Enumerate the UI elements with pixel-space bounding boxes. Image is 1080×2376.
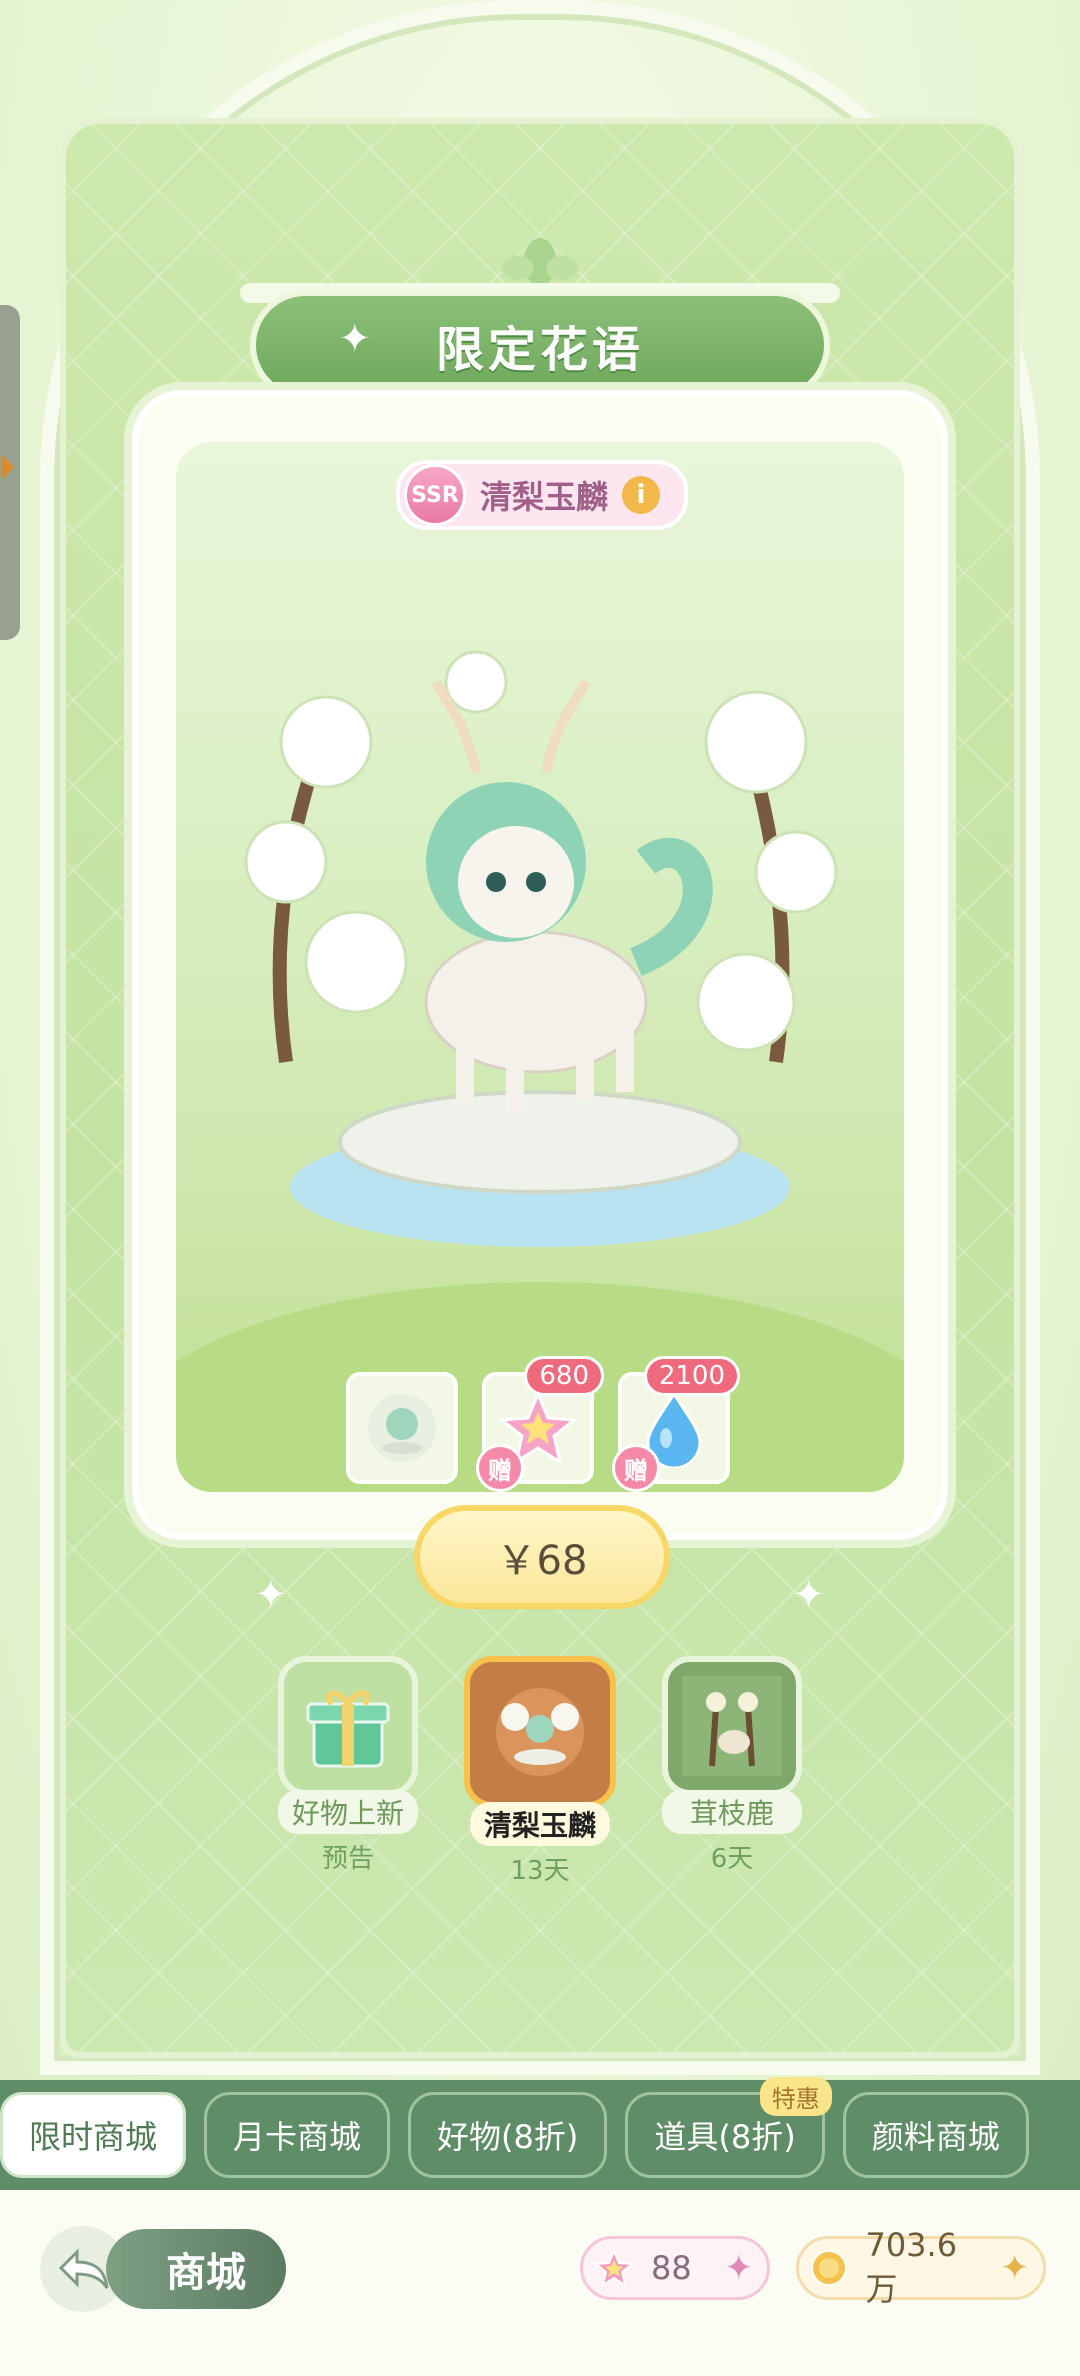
tab-label: 限时商城	[29, 2118, 158, 2156]
pack-subtitle: 预告	[321, 1844, 374, 1874]
page-title: 限定花语	[435, 322, 644, 378]
reward-item-figure[interactable]	[346, 1372, 458, 1484]
deer-thumb-icon	[682, 1676, 782, 1776]
info-icon[interactable]: i	[622, 476, 661, 514]
pack-subtitle: 13天	[510, 1856, 570, 1886]
back-arrow-icon	[58, 2248, 109, 2289]
sparkle-icon: ✦	[338, 316, 372, 362]
reward-item-star[interactable]: 680 赠	[476, 1356, 604, 1492]
reward-item-drop[interactable]: 2100 赠	[612, 1356, 740, 1492]
pack-item-qilin[interactable]: 清梨玉麟 13天	[464, 1656, 616, 1887]
tab-label: 道具(8折)	[654, 2118, 796, 2156]
store-title: 商城	[106, 2229, 286, 2309]
add-star-icon[interactable]: ✦	[725, 2248, 754, 2288]
tab-goods[interactable]: 好物(8折)	[408, 2092, 608, 2178]
title-plaque: 限定花语	[250, 290, 830, 400]
qilin-thumb-icon	[496, 1688, 584, 1776]
tab-items[interactable]: 道具(8折) 特惠	[625, 2077, 832, 2178]
pack-thumb	[662, 1656, 802, 1796]
gift-label: 赠	[476, 1444, 524, 1492]
back-navigation[interactable]: 商城	[40, 2226, 286, 2312]
star-amount: 88	[651, 2249, 692, 2287]
sparkle-icon: ✦	[254, 1572, 288, 1618]
pack-thumb	[278, 1656, 418, 1796]
tab-label: 好物(8折)	[437, 2118, 579, 2156]
pack-label: 清梨玉麟	[470, 1802, 610, 1846]
pack-item-deer[interactable]: 茸枝鹿 6天	[656, 1656, 808, 1887]
gift-label: 赠	[612, 1444, 660, 1492]
reward-count: 2100	[643, 1356, 740, 1396]
sparkle-icon: ✦	[792, 1572, 826, 1618]
gift-box-icon	[306, 1690, 390, 1768]
tab-label: 月卡商城	[233, 2118, 362, 2156]
leaf-ornament-icon	[502, 238, 578, 286]
featured-artwork	[176, 442, 904, 1492]
reward-count: 680	[524, 1356, 604, 1396]
tab-paint-shop[interactable]: 颜料商城	[842, 2092, 1029, 2178]
side-drawer-handle[interactable]	[0, 305, 20, 640]
gold-coin-icon	[809, 2247, 849, 2289]
pack-subtitle: 6天	[710, 1844, 754, 1874]
coin-currency[interactable]: 703.6万 ✦	[796, 2226, 1046, 2308]
qilin-illustration	[176, 650, 904, 1492]
pink-star-icon	[593, 2247, 635, 2289]
tab-limited-shop[interactable]: 限时商城	[0, 2092, 187, 2178]
tab-monthly-card-shop[interactable]: 月卡商城	[204, 2092, 391, 2178]
pack-label: 茸枝鹿	[662, 1790, 802, 1834]
character-name: 清梨玉麟	[480, 478, 609, 516]
character-name-tag: SSR 清梨玉麟 i	[396, 460, 689, 530]
qilin-figure-icon	[368, 1394, 436, 1462]
star-currency[interactable]: 88 ✦	[580, 2236, 770, 2300]
special-offer-badge: 特惠	[759, 2077, 832, 2116]
shop-tab-bar: 限时商城 月卡商城 好物(8折) 道具(8折) 特惠 颜料商城	[0, 2077, 1080, 2190]
rarity-badge: SSR	[404, 464, 466, 526]
pack-item-preview[interactable]: 好物上新 预告	[272, 1656, 424, 1887]
coin-amount: 703.6万	[865, 2226, 958, 2308]
reward-list: 680 赠 2100 赠	[346, 1356, 740, 1492]
pack-label: 好物上新	[278, 1790, 418, 1834]
buy-button[interactable]: ￥68	[414, 1505, 670, 1609]
pack-thumb	[464, 1656, 616, 1808]
add-coin-icon[interactable]: ✦	[1001, 2248, 1030, 2288]
pack-selector: 好物上新 预告 清梨玉麟 13天 茸枝鹿 6天	[272, 1656, 808, 1887]
tab-label: 颜料商城	[871, 2118, 1000, 2156]
